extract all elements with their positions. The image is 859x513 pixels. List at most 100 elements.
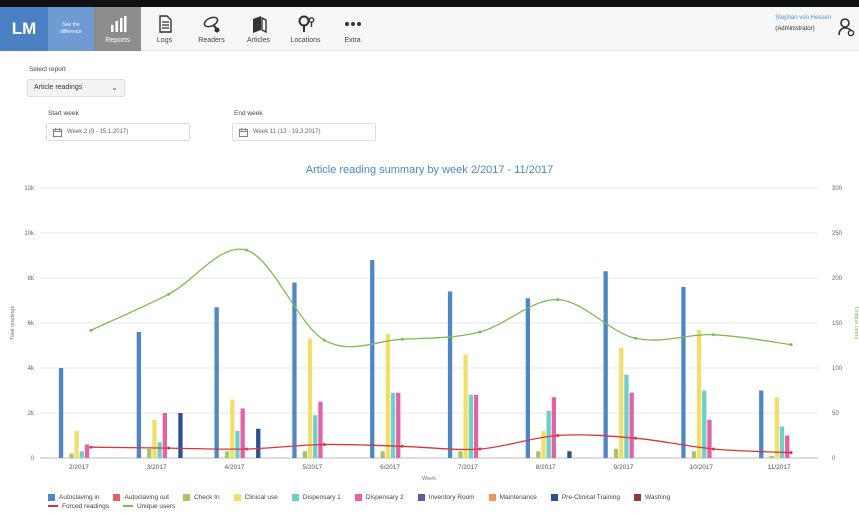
- bar: [69, 453, 74, 458]
- bar: [613, 449, 619, 458]
- line-point: [400, 337, 404, 341]
- report-select[interactable]: Article readings ⌄: [27, 79, 125, 97]
- legend-swatch: [417, 493, 425, 501]
- user-name[interactable]: Stephan von Hessen: [775, 13, 831, 24]
- user-settings-icon[interactable]: [837, 17, 855, 37]
- legend-swatch: [550, 493, 558, 501]
- series-line: [90, 434, 792, 454]
- calendar-icon: [53, 128, 62, 137]
- nav-reports-label: Reports: [105, 37, 130, 44]
- legend-item[interactable]: Forced readings: [48, 503, 109, 510]
- legend-item[interactable]: Check In: [182, 493, 220, 501]
- articles-icon: [252, 16, 267, 34]
- legend-item[interactable]: Autoclaving out: [113, 493, 169, 501]
- y-tick-label: 12k: [24, 186, 35, 192]
- y-tick-label: 4k: [28, 366, 35, 372]
- legend-label: Washing: [645, 493, 671, 501]
- nav-locations[interactable]: Locations: [282, 7, 329, 51]
- x-tick-label: 10/2017: [690, 464, 714, 471]
- line-point: [711, 333, 715, 337]
- bar: [385, 334, 390, 458]
- nav-extra[interactable]: Extra: [329, 7, 376, 51]
- nav-reports[interactable]: Reports: [94, 7, 141, 51]
- line-point: [634, 336, 637, 340]
- line-point: [167, 446, 171, 450]
- logo-tagline: See the difference: [48, 7, 94, 51]
- bar: [567, 451, 572, 458]
- line-point: [556, 434, 560, 437]
- nav-articles-label: Articles: [247, 37, 270, 44]
- bar: [370, 260, 375, 458]
- legend-item[interactable]: Clinical use: [233, 493, 278, 501]
- line-point: [89, 445, 93, 449]
- line-point: [245, 248, 248, 252]
- y-tick-label: 6k: [28, 321, 35, 327]
- nav-articles[interactable]: Articles: [235, 7, 282, 51]
- bar: [178, 413, 183, 458]
- window-top-bar: [0, 0, 859, 7]
- legend-swatch: [48, 505, 58, 507]
- legend-item[interactable]: Pre-Clinical Training: [550, 493, 620, 501]
- y-right-tick-label: 250: [832, 231, 843, 237]
- bar: [318, 401, 323, 458]
- bar: [541, 431, 546, 458]
- start-week-field[interactable]: Week 2 (9 - 15.1.2017): [46, 123, 190, 141]
- bar: [458, 451, 463, 458]
- line-point: [89, 328, 93, 332]
- bar: [79, 451, 84, 458]
- line-point: [400, 444, 404, 448]
- y-right-tick-label: 300: [832, 186, 843, 192]
- user-info[interactable]: Stephan von Hessen (Administrator): [775, 13, 831, 35]
- bar: [74, 431, 79, 458]
- nav-readers[interactable]: Readers: [188, 7, 235, 51]
- y-right-tick-label: 100: [832, 366, 843, 372]
- bar: [691, 451, 696, 458]
- bar: [536, 451, 541, 458]
- legend-label: Inventory Room: [428, 493, 475, 501]
- legend-label: Maintenance: [499, 493, 537, 501]
- line-point: [322, 443, 326, 446]
- legend-swatch: [113, 493, 121, 501]
- legend-swatch: [48, 493, 55, 501]
- x-tick-label: 5/2017: [302, 464, 322, 471]
- legend-label: Dispensary 1: [302, 493, 341, 501]
- bar: [240, 408, 245, 458]
- x-tick-label: 7/2017: [458, 464, 478, 471]
- line-point: [634, 436, 637, 440]
- line-point: [789, 343, 793, 347]
- y-right-axis-title: Unique users: [853, 307, 859, 340]
- legend-item[interactable]: Unique users: [122, 503, 175, 510]
- legend-label: Autoclaving in: [59, 493, 100, 501]
- legend-item[interactable]: Washing: [634, 493, 671, 501]
- legend-item[interactable]: Maintenance: [488, 493, 537, 501]
- legend-item[interactable]: Inventory Room: [417, 493, 475, 501]
- line-point: [245, 447, 248, 451]
- report-select-value: Article readings: [34, 84, 83, 91]
- bar: [214, 307, 219, 458]
- bar: [759, 390, 764, 458]
- y-axis-title: Total readings: [10, 306, 16, 340]
- nav-locations-label: Locations: [290, 37, 321, 44]
- x-tick-label: 8/2017: [536, 464, 556, 471]
- bar: [463, 354, 468, 458]
- line-point: [167, 292, 171, 296]
- bar: [468, 395, 473, 458]
- readers-icon: [203, 16, 220, 33]
- legend-swatch: [291, 493, 299, 501]
- legend-item[interactable]: Dispensary 1: [291, 493, 341, 501]
- x-tick-label: 9/2017: [614, 464, 634, 471]
- bar: [307, 338, 313, 458]
- x-tick-label: 2/2017: [69, 464, 89, 471]
- legend-item[interactable]: Autoclaving in: [48, 493, 100, 501]
- end-week-label: End week: [234, 110, 263, 117]
- app-logo[interactable]: LM: [0, 7, 48, 51]
- end-week-field[interactable]: Week 11 (13 - 19.3.2017): [232, 123, 376, 141]
- bar: [396, 392, 401, 458]
- legend-swatch: [354, 493, 362, 501]
- nav-logs[interactable]: Logs: [141, 7, 188, 51]
- legend-item[interactable]: Dispensary 2: [354, 493, 404, 501]
- more-dots-icon: [344, 22, 361, 26]
- bar: [774, 397, 779, 458]
- x-axis-title: Week: [422, 476, 436, 482]
- legend-swatch: [122, 505, 133, 507]
